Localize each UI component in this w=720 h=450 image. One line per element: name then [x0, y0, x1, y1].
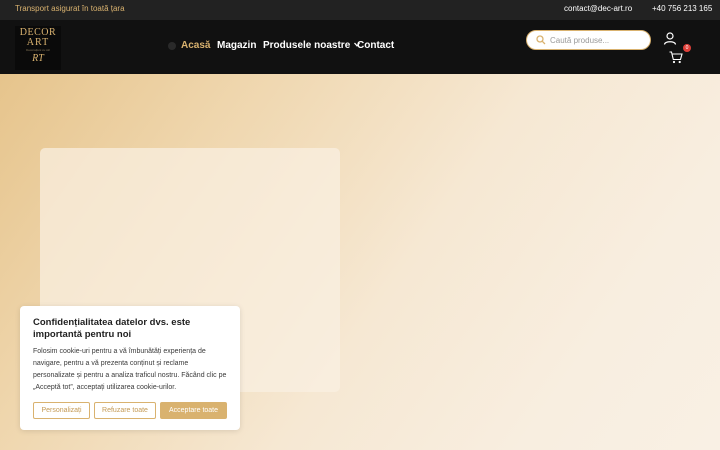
shopping-cart-icon[interactable]: [669, 51, 683, 64]
contact-phone-link[interactable]: +40 756 213 165: [652, 4, 712, 13]
home-marker-icon: [168, 42, 176, 50]
user-account-icon[interactable]: [663, 32, 677, 45]
reject-all-button[interactable]: Refuzare toate: [94, 402, 156, 419]
shipping-notice: Transport asigurat în toată țara: [15, 4, 125, 13]
nav-item-shop[interactable]: Magazin: [217, 40, 256, 51]
nav-item-home[interactable]: Acasă: [181, 40, 210, 51]
top-bar: Transport asigurat în toată țara contact…: [0, 0, 720, 20]
nav-item-products-label: Produsele noastre: [263, 40, 351, 51]
nav-item-contact[interactable]: Contact: [357, 40, 394, 51]
cookie-description: Folosim cookie-uri pentru a vă îmbunătăț…: [33, 348, 227, 391]
search-input[interactable]: [550, 33, 645, 47]
search-icon: [536, 35, 546, 45]
contact-email-link[interactable]: contact@dec-art.ro: [564, 4, 632, 13]
site-logo[interactable]: DECOR ART Decorațiuni cu stil RT: [15, 26, 61, 70]
nav-item-products[interactable]: Produsele noastre: [263, 40, 361, 51]
logo-monogram: RT: [32, 53, 44, 64]
cart-count-badge: 0: [683, 44, 691, 52]
logo-line-2: ART: [26, 37, 50, 48]
accept-all-button[interactable]: Acceptare toate: [160, 402, 227, 419]
cookie-title: Confidențialitatea datelor dvs. este imp…: [33, 317, 191, 340]
search-box[interactable]: [526, 30, 651, 50]
cookie-consent-banner: Confidențialitatea datelor dvs. este imp…: [20, 306, 240, 430]
customize-cookies-button[interactable]: Personalizați: [33, 402, 90, 419]
